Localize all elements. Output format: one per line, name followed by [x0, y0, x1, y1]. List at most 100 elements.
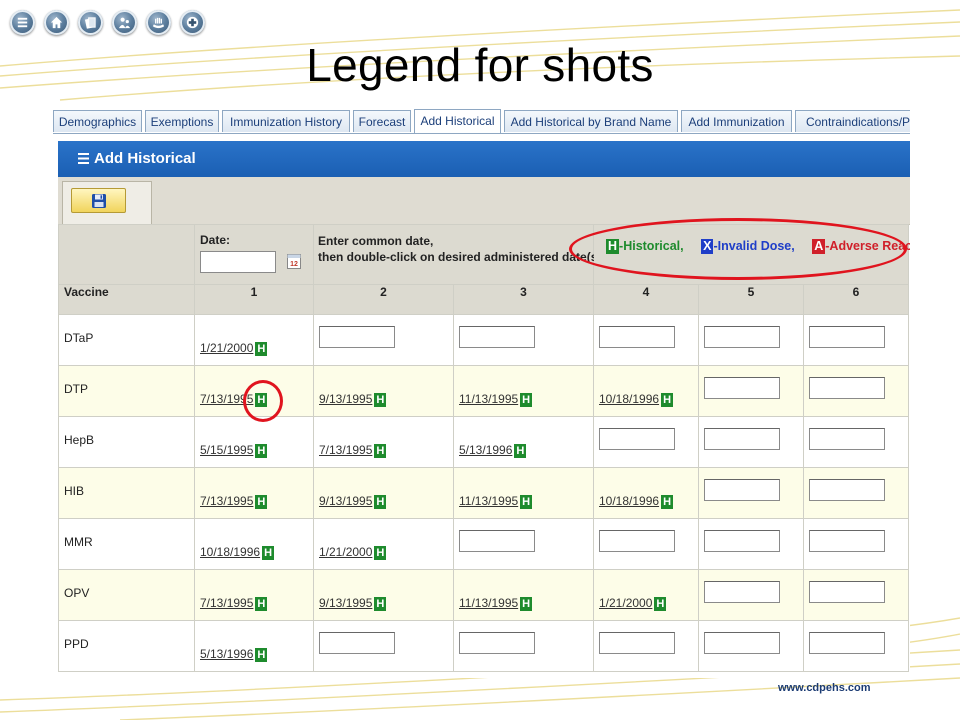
- dose-date-input[interactable]: [809, 632, 885, 654]
- dose-cell: 9/13/1995 H: [313, 569, 454, 621]
- dose-date-input[interactable]: [599, 326, 675, 348]
- dose-date-link[interactable]: 1/21/2000: [319, 545, 372, 559]
- historical-badge: H: [374, 494, 387, 509]
- dose-date-input[interactable]: [319, 632, 395, 654]
- vaccine-name: PPD: [64, 637, 89, 651]
- dose-date-link[interactable]: 7/13/1995: [200, 596, 253, 610]
- dose-date-link[interactable]: 10/18/1996: [599, 494, 659, 508]
- dose-date-input[interactable]: [599, 428, 675, 450]
- instructions: Enter common date, then double-click on …: [318, 233, 605, 265]
- dose-entry: 11/13/1995 H: [459, 494, 533, 509]
- vaccine-name: DTP: [64, 382, 88, 396]
- tab-add-historical-by-brand-name[interactable]: Add Historical by Brand Name: [504, 110, 678, 132]
- calendar-icon[interactable]: 12: [287, 253, 301, 269]
- dose-entry: 1/21/2000 H: [599, 596, 667, 611]
- dose-entry: 10/18/1996 H: [599, 494, 674, 509]
- historical-badge: H: [514, 443, 527, 458]
- dose-cell: 9/13/1995 H: [313, 467, 454, 519]
- hands-icon[interactable]: [146, 10, 171, 35]
- dose-date-link[interactable]: 5/13/1996: [459, 443, 512, 457]
- family-icon[interactable]: [112, 10, 137, 35]
- instruction-line-2: then double-click on desired administere…: [318, 250, 605, 264]
- header-blank: [58, 224, 195, 285]
- date-input[interactable]: [200, 251, 276, 273]
- dose-date-input[interactable]: [704, 428, 780, 450]
- dose-date-link[interactable]: 9/13/1995: [319, 494, 372, 508]
- menu-icon: [78, 153, 89, 164]
- dose-date-input[interactable]: [704, 377, 780, 399]
- dose-date-link[interactable]: 7/13/1995: [200, 494, 253, 508]
- dose-date-link[interactable]: 7/13/1995: [319, 443, 372, 457]
- instruction-cell: Enter common date, then double-click on …: [313, 224, 605, 285]
- vaccine-name: HepB: [64, 433, 95, 447]
- dose-date-input[interactable]: [809, 326, 885, 348]
- tab-contraindications[interactable]: Contraindications/Pr: [795, 110, 910, 132]
- historical-badge: H: [255, 494, 268, 509]
- list-icon[interactable]: [10, 10, 35, 35]
- dose-date-input[interactable]: [704, 530, 780, 552]
- tab-demographics[interactable]: Demographics: [53, 110, 142, 132]
- dose-date-link[interactable]: 10/18/1996: [200, 545, 260, 559]
- dose-cell: [803, 314, 909, 366]
- dose-date-input[interactable]: [599, 632, 675, 654]
- dose-entry: 1/21/2000 H: [319, 545, 387, 560]
- historical-badge: H: [255, 647, 268, 662]
- dose-cell: 11/13/1995 H: [453, 467, 594, 519]
- dose-date-link[interactable]: 11/13/1995: [459, 494, 518, 508]
- tab-forecast[interactable]: Forecast: [353, 110, 411, 132]
- dose-cell: [313, 314, 454, 366]
- dose-date-link[interactable]: 1/21/2000: [599, 596, 652, 610]
- documents-icon[interactable]: [78, 10, 103, 35]
- tab-exemptions[interactable]: Exemptions: [145, 110, 219, 132]
- dose-header: 6: [803, 284, 909, 315]
- dose-cell: 7/13/1995 H: [194, 569, 314, 621]
- dose-date-link[interactable]: 1/21/2000: [200, 341, 253, 355]
- dose-date-input[interactable]: [809, 377, 885, 399]
- dose-cell: [698, 365, 804, 417]
- slide-title: Legend for shots: [306, 39, 654, 91]
- dose-date-input[interactable]: [809, 428, 885, 450]
- dose-cell: [453, 314, 594, 366]
- dose-date-link[interactable]: 11/13/1995: [459, 392, 518, 406]
- dose-date-input[interactable]: [809, 530, 885, 552]
- historical-badge: H: [255, 596, 268, 611]
- panel-title: Add Historical: [94, 150, 196, 167]
- tab-add-historical[interactable]: Add Historical: [414, 109, 501, 133]
- dose-cell: [698, 518, 804, 570]
- dose-cell: 5/15/1995 H: [194, 416, 314, 468]
- tab-divider: [53, 133, 910, 134]
- dose-cell: [803, 416, 909, 468]
- dose-date-link[interactable]: 10/18/1996: [599, 392, 659, 406]
- dose-date-link[interactable]: 9/13/1995: [319, 392, 372, 406]
- dose-header: 2: [313, 284, 454, 315]
- dose-date-input[interactable]: [459, 326, 535, 348]
- dose-date-input[interactable]: [459, 632, 535, 654]
- dose-date-input[interactable]: [319, 326, 395, 348]
- dose-date-link[interactable]: 5/15/1995: [200, 443, 253, 457]
- medical-cross-icon[interactable]: [180, 10, 205, 35]
- tab-immunization-history[interactable]: Immunization History: [222, 110, 350, 132]
- dose-date-input[interactable]: [704, 581, 780, 603]
- dose-cell: [698, 620, 804, 672]
- vaccine-row: MMR 10/18/1996 H 1/21/2000 H: [58, 518, 909, 570]
- dose-cell: [803, 569, 909, 621]
- home-icon[interactable]: [44, 10, 69, 35]
- dose-date-link[interactable]: 11/13/1995: [459, 596, 518, 610]
- dose-date-input[interactable]: [809, 479, 885, 501]
- dose-date-input[interactable]: [459, 530, 535, 552]
- historical-badge: H: [520, 494, 533, 509]
- dose-entry: 9/13/1995 H: [319, 494, 387, 509]
- dose-cell: 11/13/1995 H: [453, 365, 594, 417]
- vaccine-row: HepB 5/15/1995 H 7/13/1995 H 5/13/1996 H: [58, 416, 909, 468]
- dose-entry: 5/15/1995 H: [200, 443, 268, 458]
- tab-add-immunization[interactable]: Add Immunization: [681, 110, 792, 132]
- dose-date-input[interactable]: [599, 530, 675, 552]
- dose-date-link[interactable]: 5/13/1996: [200, 647, 253, 661]
- historical-badge: H: [374, 392, 387, 407]
- dose-date-input[interactable]: [704, 326, 780, 348]
- dose-date-input[interactable]: [704, 479, 780, 501]
- dose-date-link[interactable]: 9/13/1995: [319, 596, 372, 610]
- save-button[interactable]: [71, 188, 126, 213]
- dose-date-input[interactable]: [704, 632, 780, 654]
- dose-date-input[interactable]: [809, 581, 885, 603]
